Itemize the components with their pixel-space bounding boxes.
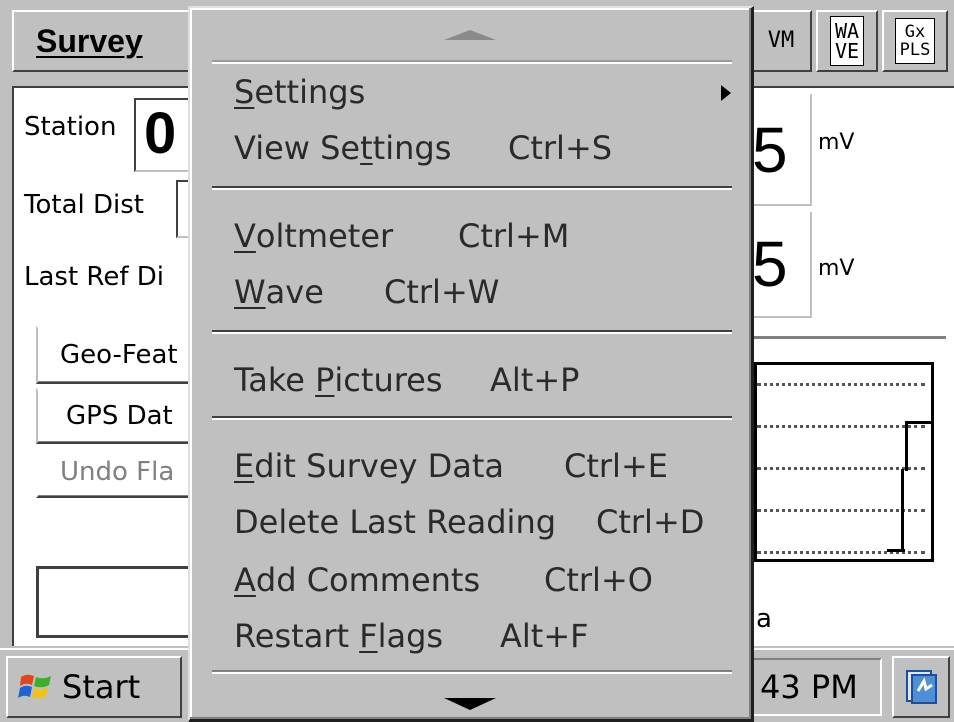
- menu-top-separator: [212, 60, 732, 64]
- clock-time: 43 PM: [760, 668, 858, 706]
- delete-last-reading-label: Delete Last Reading: [234, 503, 557, 541]
- graph-divider: [754, 336, 946, 339]
- vm-button-label: VM: [767, 28, 795, 53]
- submenu-arrow-icon: [721, 85, 731, 101]
- menu-item-settings[interactable]: Settings: [234, 68, 365, 116]
- reading2-unit: mV: [818, 256, 855, 281]
- wave-post: ave: [265, 273, 324, 311]
- menu-item-take-pictures[interactable]: Take Pictures Alt+P: [234, 356, 579, 404]
- edit-survey-data-mnemonic: E: [234, 447, 255, 485]
- menu-item-view-settings[interactable]: View Se t tings Ctrl+S: [234, 124, 612, 172]
- view-settings-pre: View Se: [234, 129, 361, 167]
- graph-gridline: [757, 425, 925, 428]
- menu-separator: [212, 186, 732, 190]
- geo-features-button[interactable]: Geo-Feat: [36, 326, 194, 384]
- menu-item-wave[interactable]: Wave Ctrl+W: [234, 268, 499, 316]
- take-pictures-shortcut: Alt+P: [490, 361, 580, 399]
- restart-flags-pre: Restart: [234, 617, 360, 655]
- reading1-unit: mV: [818, 130, 855, 155]
- wave-button-line1: WA: [834, 19, 860, 43]
- desktop-button[interactable]: [892, 656, 950, 718]
- take-pictures-mnemonic: P: [315, 361, 335, 399]
- windows-flag-icon: [18, 674, 51, 699]
- add-comments-mnemonic: A: [234, 561, 256, 599]
- take-pictures-pre: Take: [234, 361, 316, 399]
- voltmeter-post: oltmeter: [255, 217, 394, 255]
- geo-features-label: Geo-Feat: [60, 340, 178, 370]
- graph-trace-upper: [905, 421, 908, 471]
- settings-post: ettings: [254, 73, 366, 111]
- graph-gridline: [757, 467, 925, 470]
- take-pictures-post: ictures: [334, 361, 443, 399]
- graph-trace-lower: [901, 469, 904, 551]
- gx-pls-toolbar-button[interactable]: Gx PLS: [882, 10, 948, 72]
- total-dist-label: Total Dist: [24, 190, 144, 220]
- menu-separator: [212, 330, 732, 334]
- edit-survey-data-shortcut: Ctrl+E: [564, 447, 668, 485]
- partial-status-text: a: [756, 604, 772, 634]
- gps-data-button[interactable]: GPS Dat: [36, 388, 194, 444]
- undo-flags-button[interactable]: Undo Fla: [36, 446, 194, 498]
- edit-survey-data-post: dit Survey Data: [254, 447, 505, 485]
- voltmeter-shortcut: Ctrl+M: [458, 217, 570, 255]
- settings-mnemonic: S: [234, 73, 255, 111]
- clock[interactable]: 43 PM: [752, 658, 882, 716]
- gx-pls-button-line2: PLS: [899, 40, 931, 60]
- gps-data-label: GPS Dat: [66, 401, 173, 431]
- undo-flags-label: Undo Fla: [60, 457, 175, 487]
- reading1-value: 5: [752, 114, 788, 186]
- reading2-box: 5: [748, 212, 812, 318]
- survey-menu-label: Survey: [36, 22, 143, 59]
- graph-gridline: [757, 509, 925, 512]
- gx-pls-button-line1: Gx: [904, 22, 926, 42]
- view-settings-shortcut: Ctrl+S: [508, 129, 613, 167]
- reading1-box: 5: [748, 94, 812, 206]
- menu-item-delete-last-reading[interactable]: Delete Last Reading Ctrl+D: [234, 498, 704, 546]
- reading2-value: 5: [752, 228, 788, 300]
- menu-separator: [212, 416, 732, 420]
- scroll-down-arrow-icon[interactable]: [442, 696, 498, 712]
- voltmeter-mnemonic: V: [234, 217, 256, 255]
- scroll-up-arrow-icon[interactable]: [440, 28, 500, 42]
- menu-bottom-separator: [212, 670, 732, 674]
- add-comments-post: dd Comments: [255, 561, 481, 599]
- menu-item-restart-flags[interactable]: Restart Flags Alt+F: [234, 612, 589, 660]
- restart-flags-mnemonic: F: [359, 617, 378, 655]
- wave-button-line2: VE: [834, 39, 860, 63]
- desktop-icon: [906, 670, 937, 704]
- view-settings-post: tings: [372, 129, 452, 167]
- start-label: Start: [62, 668, 141, 706]
- menu-item-edit-survey-data[interactable]: Edit Survey Data Ctrl+E: [234, 442, 668, 490]
- graph-gridline: [757, 383, 925, 386]
- wave-toolbar-button[interactable]: WA VE: [816, 10, 878, 72]
- station-value: 0: [144, 101, 177, 166]
- wave-mnemonic: W: [234, 273, 266, 311]
- menu-item-voltmeter[interactable]: Voltmeter Ctrl+M: [234, 212, 569, 260]
- restart-flags-shortcut: Alt+F: [500, 617, 589, 655]
- menu-item-add-comments[interactable]: Add Comments Ctrl+O: [234, 556, 653, 604]
- survey-dropdown-menu: Settings View Se t tings Ctrl+S Voltmeter …: [188, 6, 754, 722]
- view-settings-mnemonic: t: [360, 129, 373, 167]
- station-label: Station: [24, 112, 117, 142]
- add-comments-shortcut: Ctrl+O: [544, 561, 653, 599]
- start-button[interactable]: Start: [6, 656, 182, 718]
- graph-trace-top: [905, 421, 931, 424]
- comment-field[interactable]: [36, 566, 196, 638]
- delete-last-reading-shortcut: Ctrl+D: [596, 503, 705, 541]
- survey-menu-button[interactable]: Survey: [12, 10, 190, 72]
- wave-shortcut: Ctrl+W: [384, 273, 500, 311]
- graph-trace-bottom: [887, 549, 905, 552]
- restart-flags-post: lags: [377, 617, 444, 655]
- signal-graph: [754, 362, 934, 562]
- voltmeter-toolbar-button[interactable]: VM: [750, 10, 812, 72]
- last-ref-dist-label: Last Ref Di: [24, 262, 164, 292]
